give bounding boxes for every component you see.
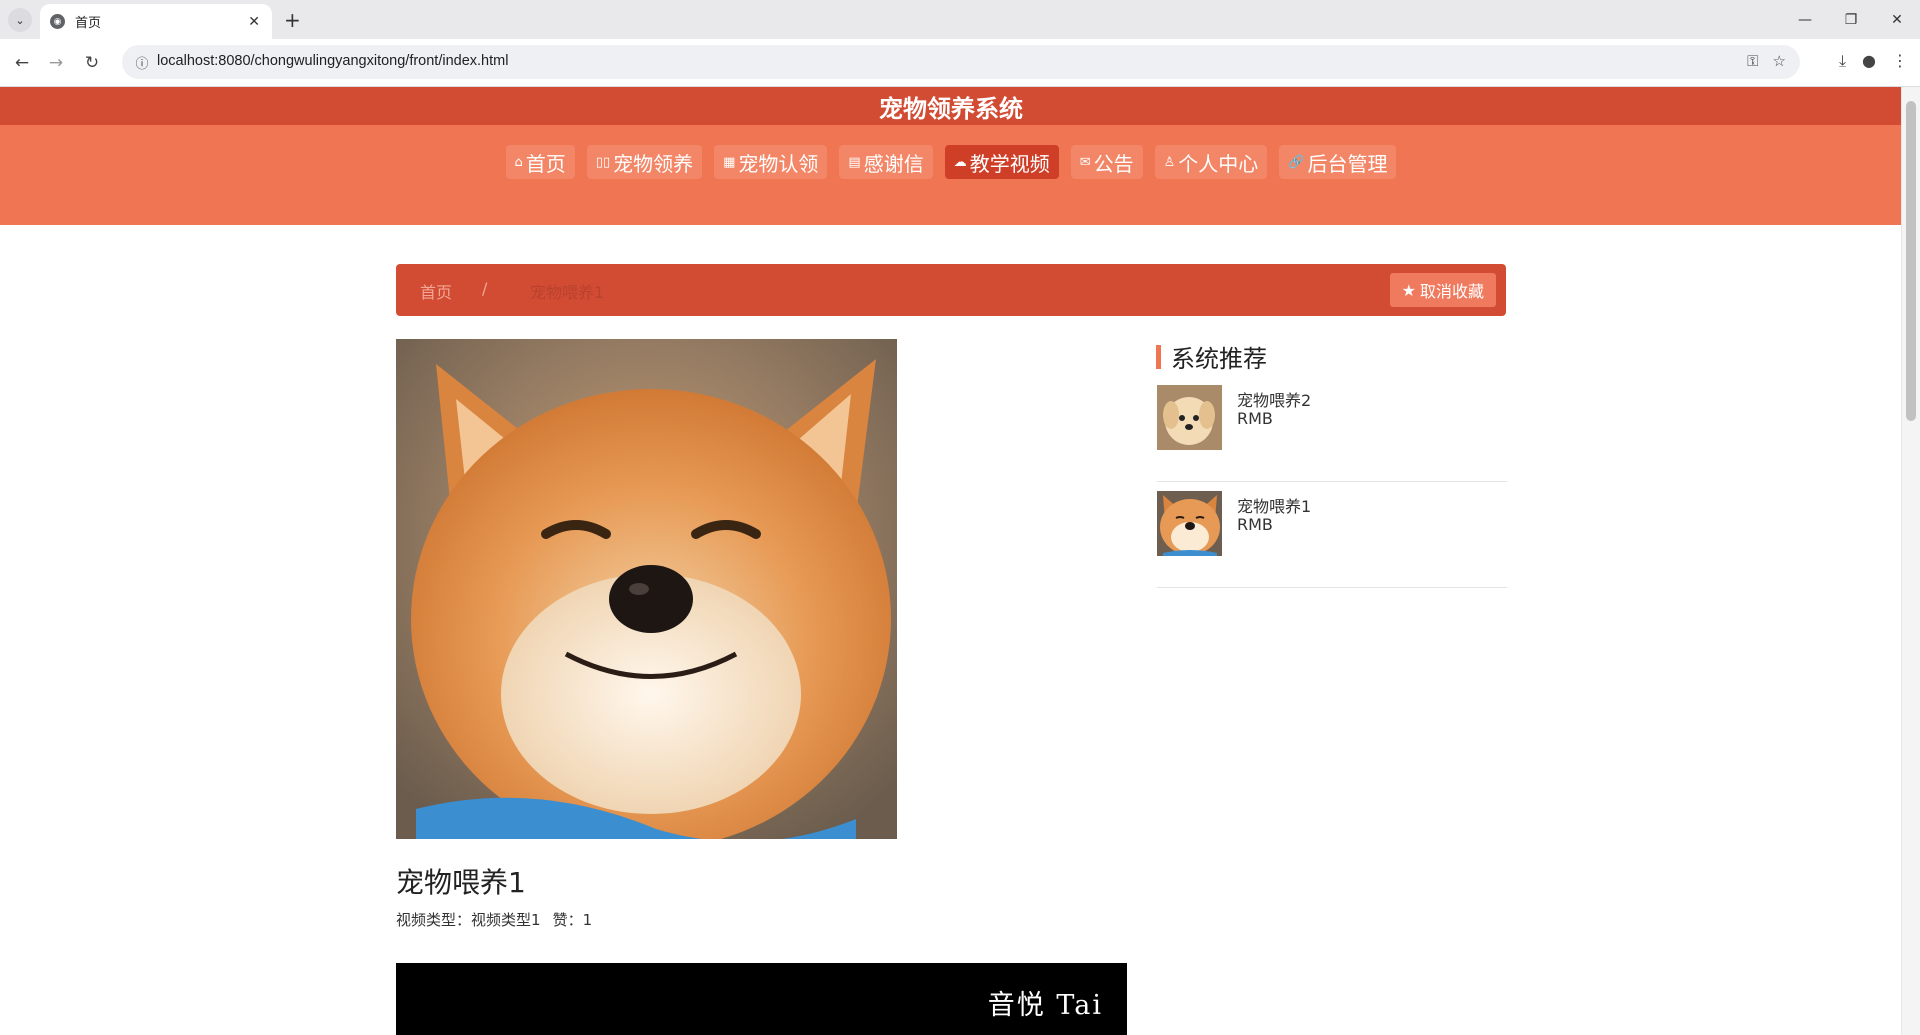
download-icon[interactable]: ⤓ <box>1839 51 1846 71</box>
nav-item-label: 感谢信 <box>863 151 924 176</box>
nav-item-label: 公告 <box>1093 151 1134 176</box>
nav-item-6[interactable]: ♙ 个人中心 <box>1154 145 1268 179</box>
site-title: 宠物领养系统 <box>879 94 1023 123</box>
page-scrollbar[interactable] <box>1901 87 1920 1035</box>
main-nav: ⌂ 首页 ▯▯ 宠物领养 ▦ 宠物认领 ▤ 感谢信 ☁ 教学视频 ✉ 公告 ♙ 个人中心 🔗 后台管理 <box>0 125 1902 225</box>
tab-search-icon[interactable]: ⌄ <box>8 8 32 32</box>
profile-icon[interactable]: ● <box>1862 51 1876 71</box>
home-icon: ⌂ <box>514 154 523 170</box>
recommend-item-price: RMB <box>1237 409 1273 428</box>
nav-item-1[interactable]: ▯▯ 宠物领养 <box>586 145 703 179</box>
nav-item-7[interactable]: 🔗 后台管理 <box>1279 145 1397 179</box>
recommend-thumbnail[interactable] <box>1157 491 1222 556</box>
puppy-image <box>1157 385 1222 450</box>
video-type-label: 视频类型： <box>396 911 472 929</box>
notice-icon: ✉ <box>1079 154 1091 170</box>
nav-item-label: 后台管理 <box>1307 151 1388 176</box>
pet-main-image <box>396 339 897 839</box>
close-icon[interactable]: ✕ <box>248 14 260 30</box>
video-icon: ☁ <box>953 154 967 170</box>
recommend-thumbnail[interactable] <box>1157 385 1222 450</box>
detail-meta: 视频类型：视频类型1 赞：1 <box>396 909 592 930</box>
breadcrumb-home[interactable]: 首页 <box>420 279 452 303</box>
star-icon: ★ <box>1401 280 1416 300</box>
recommend-item-name[interactable]: 宠物喂养2 <box>1237 387 1311 411</box>
browser-toolbar: ← → ↻ ⓘ localhost:8080/chongwulingyangxi… <box>0 39 1920 87</box>
breadcrumb-separator: / <box>482 279 488 298</box>
recommend-item[interactable]: 宠物喂养1 RMB <box>1157 481 1507 588</box>
like-count: 1 <box>582 911 593 929</box>
reload-icon[interactable]: ↻ <box>80 51 104 75</box>
window-controls: — ❐ ✕ <box>1782 0 1920 39</box>
site-header: 宠物领养系统 <box>0 87 1902 125</box>
cancel-favorite-button[interactable]: ★ 取消收藏 <box>1389 273 1496 307</box>
recommend-item-name[interactable]: 宠物喂养1 <box>1237 493 1311 517</box>
restore-icon[interactable]: ❐ <box>1828 0 1874 39</box>
globe-icon: ◉ <box>50 14 65 29</box>
recommend-item[interactable]: 宠物喂养2 RMB <box>1157 375 1507 482</box>
nav-item-2[interactable]: ▦ 宠物认领 <box>714 145 828 179</box>
recommend-header: 系统推荐 <box>1156 339 1267 374</box>
letter-icon: ▤ <box>848 154 861 170</box>
password-key-icon[interactable]: ⚿ <box>1747 52 1758 70</box>
nav-item-label: 宠物认领 <box>738 151 819 176</box>
video-watermark: 音悦 Tai <box>987 990 1103 1021</box>
tab-title: 首页 <box>75 16 102 31</box>
address-bar[interactable]: ⓘ localhost:8080/chongwulingyangxitong/f… <box>122 45 1800 79</box>
pets-icon: ▯▯ <box>595 154 611 170</box>
nav-item-4[interactable]: ☁ 教学视频 <box>944 145 1059 179</box>
nav-item-0[interactable]: ⌂ 首页 <box>505 145 575 179</box>
link-icon: 🔗 <box>1288 154 1305 170</box>
browser-tab-strip: ⌄ ◉ 首页 ✕ + — ❐ ✕ <box>0 0 1920 39</box>
breadcrumb: 首页 / 宠物喂养1 ★ 取消收藏 <box>396 264 1506 316</box>
recommend-title: 系统推荐 <box>1171 345 1267 373</box>
forward-icon[interactable]: → <box>44 51 68 75</box>
nav-item-3[interactable]: ▤ 感谢信 <box>839 145 933 179</box>
nav-item-5[interactable]: ✉ 公告 <box>1070 145 1143 179</box>
menu-icon[interactable]: ⋮ <box>1892 51 1908 71</box>
nav-item-label: 教学视频 <box>969 151 1050 176</box>
claim-icon: ▦ <box>723 154 736 170</box>
minimize-icon[interactable]: — <box>1782 0 1828 39</box>
nav-item-label: 首页 <box>525 151 566 176</box>
recommend-accent-bar <box>1156 344 1161 369</box>
nav-items: ⌂ 首页 ▯▯ 宠物领养 ▦ 宠物认领 ▤ 感谢信 ☁ 教学视频 ✉ 公告 ♙ 个人中心 🔗 后台管理 <box>0 145 1902 179</box>
browser-tab[interactable]: ◉ 首页 ✕ <box>40 4 272 39</box>
nav-item-label: 宠物领养 <box>613 151 694 176</box>
new-tab-icon[interactable]: + <box>284 8 301 32</box>
page-viewport: 宠物领养系统 ⌂ 首页 ▯▯ 宠物领养 ▦ 宠物认领 ▤ 感谢信 ☁ 教学视频 ✉ 公告 ♙ 个人中心 🔗 后… <box>0 87 1902 1035</box>
breadcrumb-current: 宠物喂养1 <box>530 283 605 302</box>
video-player[interactable]: 音悦 Tai <box>396 963 1127 1035</box>
shiba-thumb-image <box>1157 491 1222 556</box>
cancel-favorite-label: 取消收藏 <box>1419 282 1484 301</box>
scrollbar-thumb[interactable] <box>1906 101 1916 421</box>
video-type-value: 视频类型1 <box>471 911 541 929</box>
recommend-item-price: RMB <box>1237 515 1273 534</box>
back-icon[interactable]: ← <box>10 51 34 75</box>
window-close-icon[interactable]: ✕ <box>1874 0 1920 39</box>
like-label: 赞： <box>552 911 583 929</box>
nav-item-label: 个人中心 <box>1178 151 1259 176</box>
shiba-dog-image <box>396 339 897 839</box>
user-icon: ♙ <box>1163 154 1176 170</box>
detail-title: 宠物喂养1 <box>396 866 526 899</box>
url-text[interactable]: localhost:8080/chongwulingyangxitong/fro… <box>157 53 508 69</box>
site-info-icon[interactable]: ⓘ <box>132 52 152 72</box>
bookmark-star-icon[interactable]: ☆ <box>1773 52 1786 70</box>
